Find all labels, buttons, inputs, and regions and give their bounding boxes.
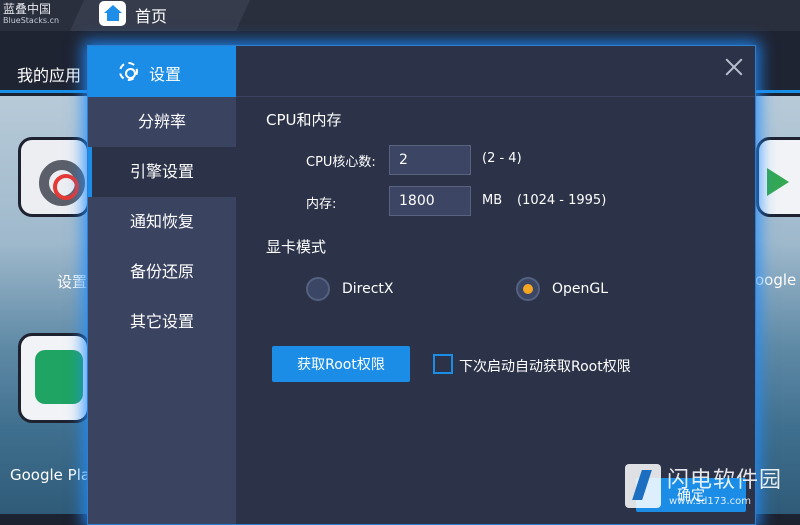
tab-home-label[interactable]: 首页 xyxy=(135,3,167,27)
settings-header: 设置 xyxy=(88,46,236,97)
memory-range-hint: (1024 - 1995) xyxy=(517,193,607,208)
content-header xyxy=(236,46,755,97)
my-apps-tab[interactable]: 我的应用 xyxy=(17,62,81,86)
brand-name-en: BlueStacks.cn xyxy=(3,16,60,25)
opengl-label[interactable]: OpenGL xyxy=(552,281,608,297)
app-label-google-play: oogle xyxy=(755,271,797,289)
watermark-url: www.sd173.com xyxy=(669,496,751,507)
sidebar-item-backup-restore[interactable]: 备份还原 xyxy=(88,247,236,297)
cpu-cores-range-hint: (2 - 4) xyxy=(482,151,522,166)
settings-title: 设置 xyxy=(149,65,182,84)
brand-name-cn: 蓝叠中国 xyxy=(3,2,52,16)
title-bar: 蓝叠中国 BlueStacks.cn 首页 xyxy=(0,0,800,31)
settings-app-icon[interactable] xyxy=(18,137,90,217)
sidebar-item-resolution[interactable]: 分辨率 xyxy=(88,97,236,147)
gpu-mode-section-title: 显卡模式 xyxy=(266,238,327,256)
get-root-button[interactable]: 获取Root权限 xyxy=(272,346,410,382)
cpu-memory-section-title: CPU和内存 xyxy=(266,111,342,129)
lightning-logo-icon xyxy=(625,464,661,508)
memory-unit: MB xyxy=(482,193,503,208)
auto-root-checkbox-label[interactable]: 下次启动自动获取Root权限 xyxy=(459,356,631,376)
auto-root-checkbox[interactable] xyxy=(433,354,453,374)
sidebar-item-notification-restore[interactable]: 通知恢复 xyxy=(88,197,236,247)
brand-logo: 蓝叠中国 BlueStacks.cn xyxy=(0,0,78,31)
memory-label: 内存: xyxy=(306,197,337,212)
watermark: 闪电软件园 www.sd173.com xyxy=(611,456,800,514)
app-label-settings: 设置 xyxy=(57,273,88,291)
settings-dialog: 设置 分辨率 引擎设置 通知恢复 备份还原 其它设置 CPU和内存 CPU核心数… xyxy=(87,45,756,525)
settings-sidebar: 设置 分辨率 引擎设置 通知恢复 备份还原 其它设置 xyxy=(88,46,236,524)
watermark-name: 闪电软件园 xyxy=(667,468,783,493)
app-label-google-play-games: Google Pla xyxy=(10,466,91,484)
sidebar-item-other-settings[interactable]: 其它设置 xyxy=(88,297,236,347)
google-play-store-icon[interactable] xyxy=(756,137,800,217)
home-icon[interactable] xyxy=(99,1,126,26)
cpu-cores-input[interactable] xyxy=(389,145,471,175)
directx-radio[interactable] xyxy=(306,277,330,301)
gear-icon xyxy=(119,62,138,81)
close-icon[interactable] xyxy=(725,58,743,76)
memory-input[interactable] xyxy=(389,186,471,216)
sidebar-item-engine-settings[interactable]: 引擎设置 xyxy=(88,147,236,197)
opengl-radio[interactable] xyxy=(516,277,540,301)
directx-label[interactable]: DirectX xyxy=(342,281,394,297)
google-play-games-icon[interactable] xyxy=(18,333,90,423)
cpu-cores-label: CPU核心数: xyxy=(306,155,376,170)
